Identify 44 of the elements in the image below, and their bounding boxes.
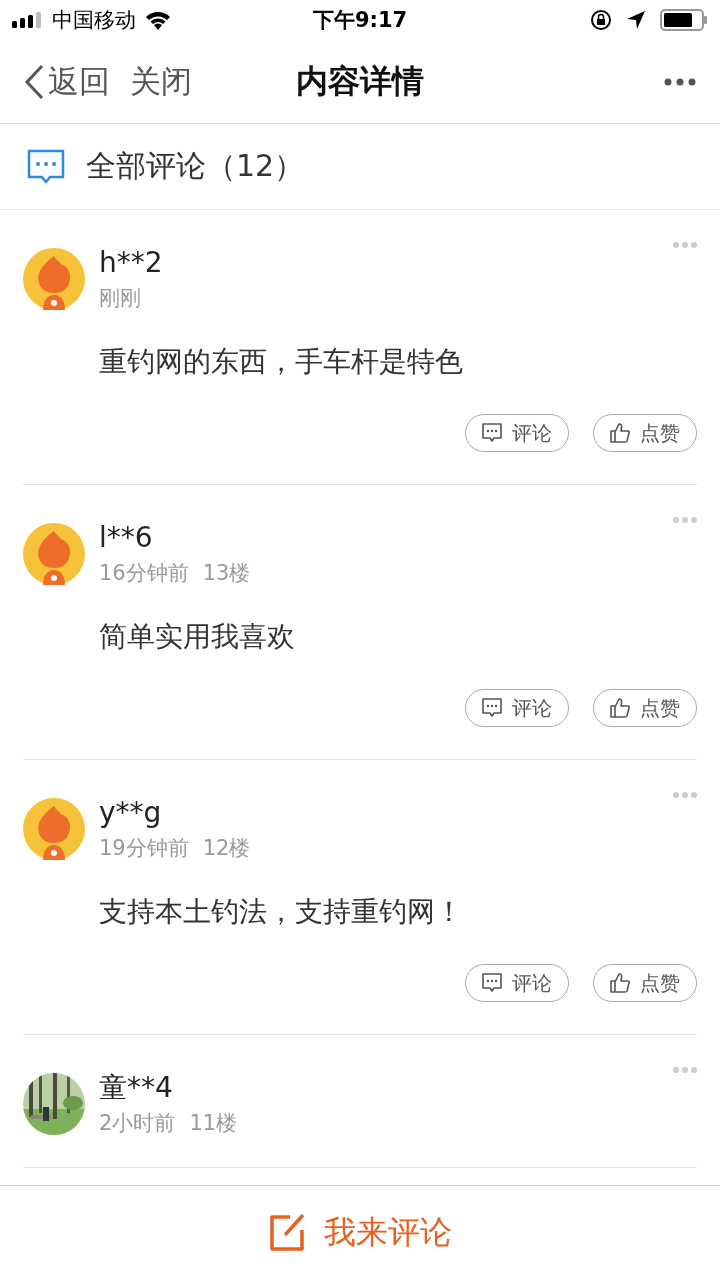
edit-icon <box>268 1213 306 1253</box>
comment-icon <box>482 973 502 993</box>
reply-button[interactable]: 评论 <box>465 689 569 727</box>
post-time: 16分钟前 <box>99 561 189 585</box>
comment-icon <box>482 423 502 443</box>
carrier-name: 中国移动 <box>52 7 136 34</box>
wifi-icon <box>144 10 172 30</box>
reply-button[interactable]: 评论 <box>465 964 569 1002</box>
comment-bubble-icon <box>26 148 66 185</box>
user-name: l**6 <box>99 523 154 553</box>
user-name: h**2 <box>99 248 164 278</box>
mascot-avatar <box>23 523 85 585</box>
thumbs-up-icon <box>610 698 630 718</box>
comment-text: 支持本土钓法，支持重钓网！ <box>99 896 464 928</box>
comment-text: 简单实用我喜欢 <box>99 621 296 653</box>
mascot-avatar <box>23 798 85 860</box>
more-icon[interactable] <box>664 77 696 86</box>
thumbs-up-icon <box>610 973 630 993</box>
reply-button[interactable]: 评论 <box>465 414 569 452</box>
chevron-left-icon <box>24 63 44 100</box>
like-button[interactable]: 点赞 <box>593 689 697 727</box>
like-button[interactable]: 点赞 <box>593 964 697 1002</box>
back-button[interactable]: 返回 <box>24 60 110 103</box>
floor-number: 13楼 <box>202 561 251 585</box>
comment-text: 重钓网的东西，手车杆是特色 <box>99 346 464 378</box>
post-time: 刚刚 <box>99 286 141 310</box>
like-button[interactable]: 点赞 <box>593 414 697 452</box>
thumbs-up-icon <box>610 423 630 443</box>
comment-icon <box>482 698 502 718</box>
user-name: 童**4 <box>99 1073 174 1103</box>
location-arrow-icon <box>626 10 646 30</box>
rotation-lock-icon <box>590 9 612 31</box>
mascot-avatar <box>23 248 85 310</box>
battery-icon <box>660 9 708 31</box>
user-name: y**g <box>99 798 163 828</box>
close-button[interactable]: 关闭 <box>130 60 192 103</box>
floor-number: 12楼 <box>202 836 251 860</box>
page-title: 内容详情 <box>296 61 424 100</box>
post-time: 19分钟前 <box>99 836 189 860</box>
floor-number: 11楼 <box>189 1111 238 1135</box>
post-time: 2小时前 <box>99 1111 176 1135</box>
clock-time: 下午9:17 <box>312 7 408 34</box>
signal-icon <box>12 12 44 28</box>
section-title: 全部评论（12） <box>86 147 305 185</box>
